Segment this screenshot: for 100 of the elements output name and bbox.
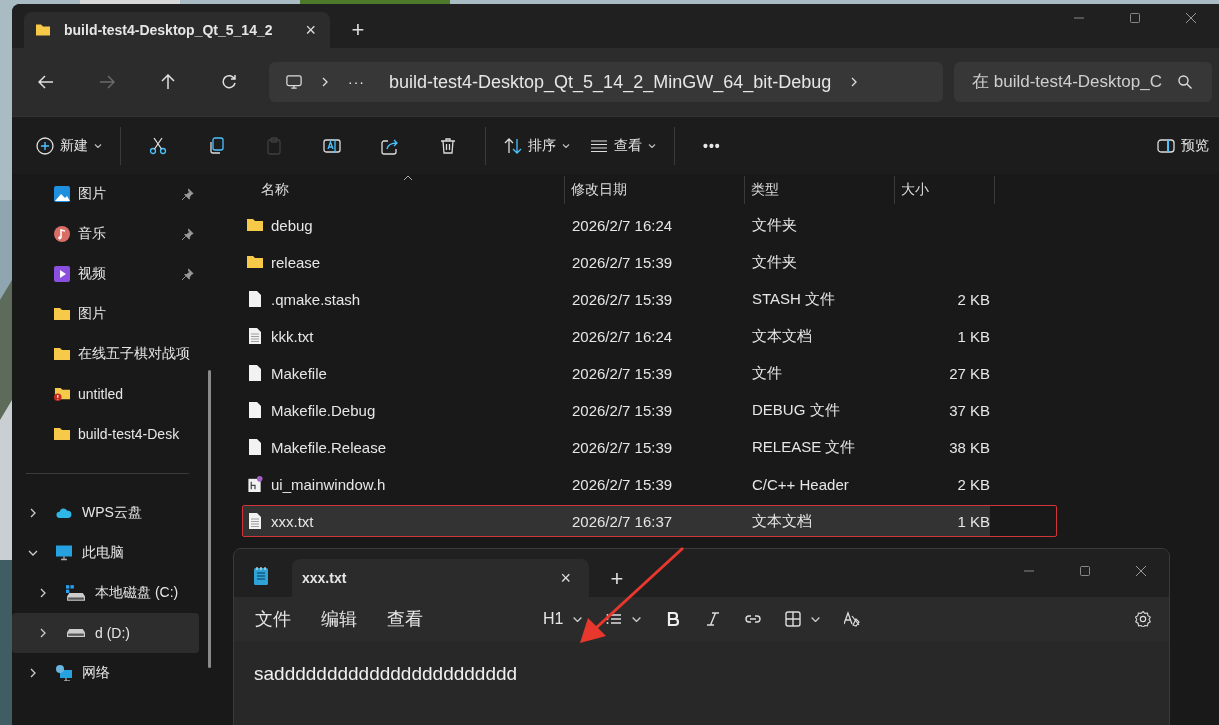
chevron-right-icon[interactable] [851,77,858,87]
tree-item[interactable]: 此电脑 [12,533,199,573]
chevron-icon[interactable] [28,548,38,558]
document-tab[interactable]: xxx.txt × [292,559,589,597]
refresh-icon[interactable] [221,74,237,90]
sort-button[interactable]: 排序 [494,126,580,165]
type-cell-text: 文本文档 [751,511,813,531]
new-tab-button[interactable]: + [597,561,637,597]
folder-icon [247,254,263,270]
sidebar-item[interactable]: 在线五子棋对战项 [12,334,215,374]
sidebar-item[interactable]: 视频 [12,254,215,294]
file-name: Makefile.Release [271,438,387,456]
file-name: kkk.txt [271,327,314,345]
file-name: release [271,253,321,271]
column-header[interactable]: 大小 [895,176,995,204]
file-row[interactable]: Makefile 2026/2/7 15:39 文件 27 KB [243,358,990,388]
menu-item[interactable]: 查看 [372,601,438,637]
tab-title: build-test4-Desktop_Qt_5_14_2 [64,22,274,38]
chevron-icon[interactable] [38,628,48,638]
folder-icon [54,346,70,362]
maximize-icon[interactable] [1129,12,1141,24]
file-row[interactable]: .qmake.stash 2026/2/7 15:39 STASH 文件 2 KB [243,284,990,314]
sidebar-item[interactable]: 图片 [12,294,215,334]
chevron-right-icon[interactable] [322,77,328,87]
chevron-icon[interactable] [38,588,48,598]
file-row[interactable]: debug 2026/2/7 16:24 文件夹 [243,210,990,240]
copy-icon [207,136,225,155]
tree-label: d (D:) [95,625,130,641]
column-header[interactable]: 修改日期 [565,176,745,204]
tree-label: 此电脑 [82,544,124,562]
heading-button[interactable]: H1 [533,606,593,632]
text-file-icon [247,513,263,529]
type-cell-text: 文件夹 [751,252,798,272]
more-button[interactable]: ••• [683,126,741,165]
date-cell-text: 2026/2/7 15:39 [571,364,674,382]
size-cell-text: 38 KB [948,438,990,456]
up-arrow-icon[interactable] [160,74,176,90]
sidebar-item[interactable]: untitled [12,374,215,414]
maximize-icon[interactable] [1079,565,1091,577]
sidebar-item[interactable]: build-test4-Desk [12,414,215,454]
tree-item[interactable]: WPS云盘 [12,493,199,533]
type-cell-text: 文本文档 [751,326,813,346]
sidebar-item[interactable]: 音乐 [12,214,215,254]
path-overflow[interactable]: ··· [348,74,365,90]
tree-item[interactable]: 本地磁盘 (C:) [12,573,199,613]
file-row[interactable]: Makefile.Debug 2026/2/7 15:39 DEBUG 文件 37 KB [243,395,990,425]
cloud-icon [56,505,72,521]
sidebar-label: 视频 [78,265,106,283]
file-row[interactable]: ui_mainwindow.h 2026/2/7 15:39 C/C++ Header 2 KB [243,469,990,499]
file-row[interactable]: release 2026/2/7 15:39 文件夹 [243,247,990,277]
folder-icon [54,306,70,322]
date-cell-text: 2026/2/7 15:39 [571,290,674,308]
close-tab-button[interactable]: × [556,567,575,589]
file-row[interactable]: xxx.txt 2026/2/7 16:37 文本文档 1 KB [243,506,990,536]
new-tab-button[interactable]: + [338,12,378,48]
file-name: Makefile.Debug [271,401,376,419]
column-header[interactable]: 名称 [242,176,565,204]
search-icon[interactable] [1178,75,1192,89]
sidebar-label: 在线五子棋对战项 [78,345,190,363]
new-button[interactable]: 新建 [26,126,112,165]
sort-arrows-icon [504,136,522,155]
date-cell-text: 2026/2/7 16:24 [571,216,674,234]
date-cell-text: 2026/2/7 15:39 [571,253,674,271]
file-row[interactable]: kkk.txt 2026/2/7 16:24 文本文档 1 KB [243,321,990,351]
sidebar-label: 音乐 [78,225,106,243]
chevron-down-icon [94,143,102,148]
address-path[interactable]: build-test4-Desktop_Qt_5_14_2_MinGW_64_bit-Debug [389,71,832,93]
chevron-icon[interactable] [28,508,38,518]
window-tab[interactable]: build-test4-Desktop_Qt_5_14_2 × [24,12,330,48]
back-arrow-icon[interactable] [38,74,54,90]
chevron-down-icon [562,143,570,148]
file-icon [247,291,263,307]
folder-warning-icon [54,386,70,402]
close-icon[interactable] [1135,565,1147,577]
size-cell-text: 27 KB [948,364,990,382]
tree-item[interactable]: d (D:) [12,613,199,653]
settings-icon[interactable] [1135,611,1151,627]
date-cell-text: 2026/2/7 15:39 [571,438,674,456]
column-header[interactable]: 类型 [745,176,895,204]
menu-item[interactable]: 编辑 [306,601,372,637]
file-name: Makefile [271,364,327,382]
type-cell-text: RELEASE 文件 [751,437,857,457]
file-row[interactable]: Makefile.Release 2026/2/7 15:39 RELEASE 文件 38 KB [243,432,990,462]
sidebar-item[interactable]: 图片 [12,174,215,214]
view-button[interactable]: 查看 [580,126,666,165]
menu-item[interactable]: 文件 [240,601,306,637]
close-tab-button[interactable]: × [301,19,320,41]
notepad-icon [254,567,268,585]
text-eraser-icon [844,611,861,627]
tree-item[interactable]: 网络 [12,653,199,693]
table-icon [785,611,802,627]
bold-icon [665,611,682,627]
file-name: debug [271,216,313,234]
search-field[interactable]: 在 build-test4-Desktop_C [954,62,1212,102]
sidebar-label: 图片 [78,305,106,323]
chevron-icon[interactable] [28,668,38,678]
text-file-icon [247,328,263,344]
close-icon[interactable] [1185,12,1197,24]
preview-button[interactable]: 预览 [1147,126,1219,165]
address-bar[interactable]: ··· build-test4-Desktop_Qt_5_14_2_MinGW_64_bit-Debug [269,62,943,102]
